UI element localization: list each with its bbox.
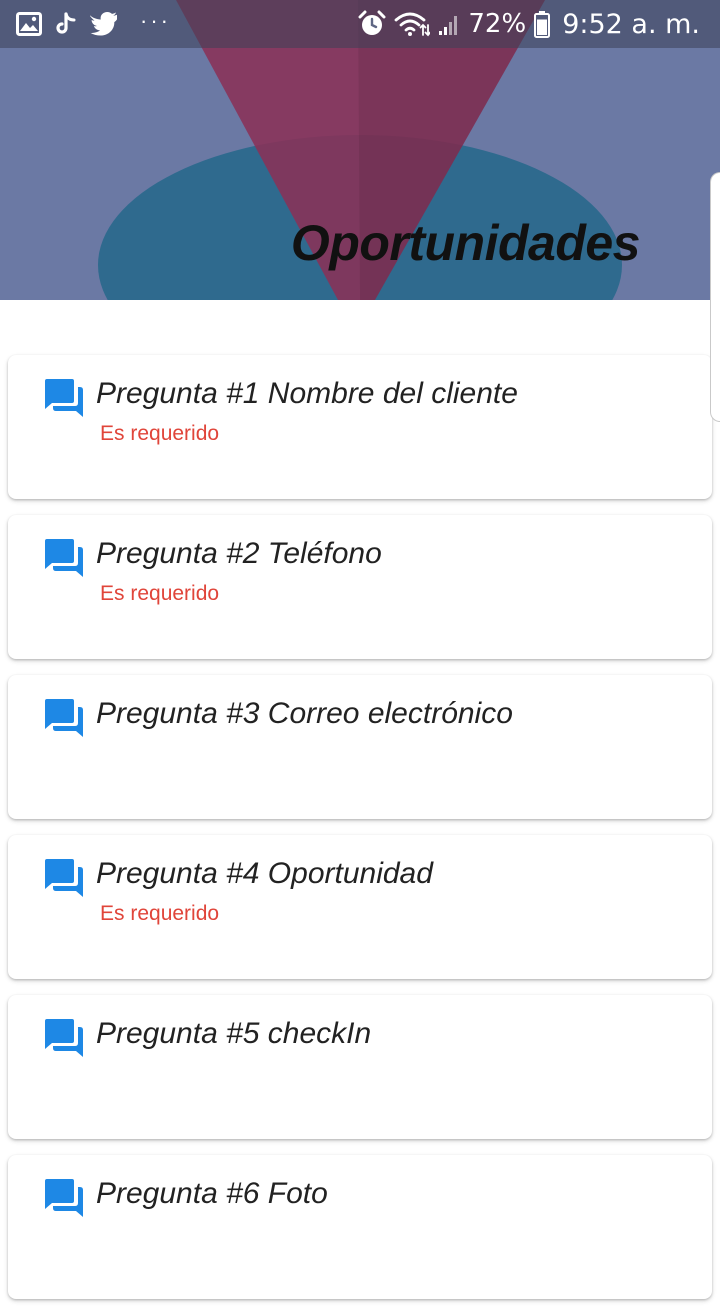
question-card-5[interactable]: Pregunta #5 checkIn — [8, 995, 712, 1139]
question-list: Pregunta #1 Nombre del cliente Es requer… — [8, 355, 712, 1315]
status-time: 9:52 a. m. — [562, 8, 700, 40]
question-card-1[interactable]: Pregunta #1 Nombre del cliente Es requer… — [8, 355, 712, 499]
question-label: Pregunta #3 Correo electrónico — [96, 697, 513, 730]
chat-icon — [45, 379, 83, 417]
chat-icon — [45, 859, 83, 897]
question-label: Pregunta #4 Oportunidad — [96, 857, 433, 890]
battery-icon — [534, 10, 551, 38]
page-title: Oportunidades — [290, 215, 641, 271]
required-label: Es requerido — [100, 422, 220, 445]
chat-icon — [45, 1179, 83, 1217]
chat-icon — [45, 539, 83, 577]
gallery-icon — [16, 12, 42, 36]
required-label: Es requerido — [100, 582, 220, 605]
edge-panel-handle[interactable] — [710, 172, 720, 422]
more-notifications-indicator: ··· — [140, 8, 171, 33]
twitter-icon — [90, 12, 118, 36]
question-label: Pregunta #2 Teléfono — [96, 537, 382, 570]
question-label: Pregunta #6 Foto — [96, 1177, 328, 1210]
required-label: Es requerido — [100, 902, 220, 925]
question-card-3[interactable]: Pregunta #3 Correo electrónico — [8, 675, 712, 819]
wifi-icon — [394, 11, 431, 37]
tiktok-icon — [56, 12, 76, 36]
question-label: Pregunta #5 checkIn — [96, 1017, 372, 1050]
question-card-4[interactable]: Pregunta #4 Oportunidad Es requerido — [8, 835, 712, 979]
status-bar: ··· 72% 9:52 a. m. — [0, 0, 720, 48]
chat-icon — [45, 699, 83, 737]
question-label: Pregunta #1 Nombre del cliente — [96, 377, 518, 410]
battery-percentage: 72% — [468, 9, 527, 39]
question-card-2[interactable]: Pregunta #2 Teléfono Es requerido — [8, 515, 712, 659]
alarm-icon — [358, 10, 386, 38]
chat-icon — [45, 1019, 83, 1057]
question-card-6[interactable]: Pregunta #6 Foto — [8, 1155, 712, 1299]
signal-icon — [438, 12, 460, 36]
